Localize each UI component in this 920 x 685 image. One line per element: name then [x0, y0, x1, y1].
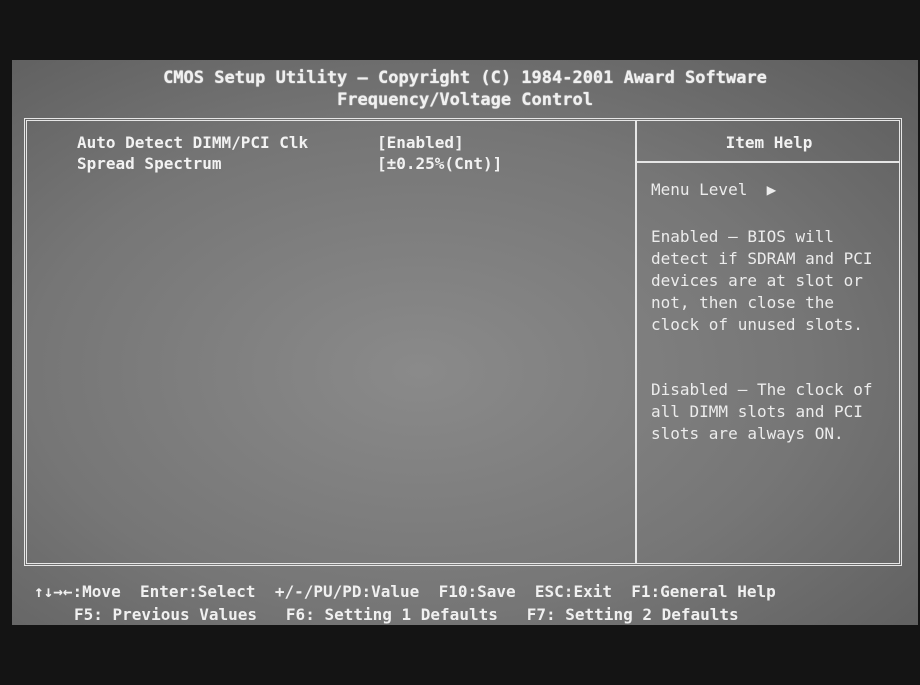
setting-label: Auto Detect DIMM/PCI Clk [77, 133, 309, 152]
help-separator [637, 161, 899, 163]
help-enabled-text: Enabled – BIOS will detect if SDRAM and … [651, 227, 883, 334]
key-legend-line2: F5: Previous Values F6: Setting 1 Defaul… [74, 605, 739, 624]
panel-divider [635, 121, 637, 563]
setting-label: Spread Spectrum [77, 154, 222, 173]
help-disabled-text: Disabled – The clock of all DIMM slots a… [651, 380, 883, 443]
bios-screen: CMOS Setup Utility – Copyright (C) 1984-… [12, 60, 918, 625]
key-legend-line1: ↑↓→←:Move Enter:Select +/-/PU/PD:Value F… [34, 582, 776, 601]
setting-auto-detect-clk[interactable]: Auto Detect DIMM/PCI Clk [Enabled] [77, 133, 464, 152]
utility-title: CMOS Setup Utility – Copyright (C) 1984-… [163, 68, 767, 88]
setting-spread-spectrum[interactable]: Spread Spectrum [±0.25%(Cnt)] [77, 154, 502, 173]
setting-value[interactable]: [Enabled] [377, 133, 464, 152]
item-help-title: Item Help [725, 133, 813, 152]
menu-level-text: Menu Level ▶ [651, 180, 777, 199]
page-title: Frequency/Voltage Control [337, 90, 593, 110]
settings-frame: Auto Detect DIMM/PCI Clk [Enabled] Spread… [24, 118, 902, 566]
setting-value[interactable]: [±0.25%(Cnt)] [377, 154, 502, 173]
